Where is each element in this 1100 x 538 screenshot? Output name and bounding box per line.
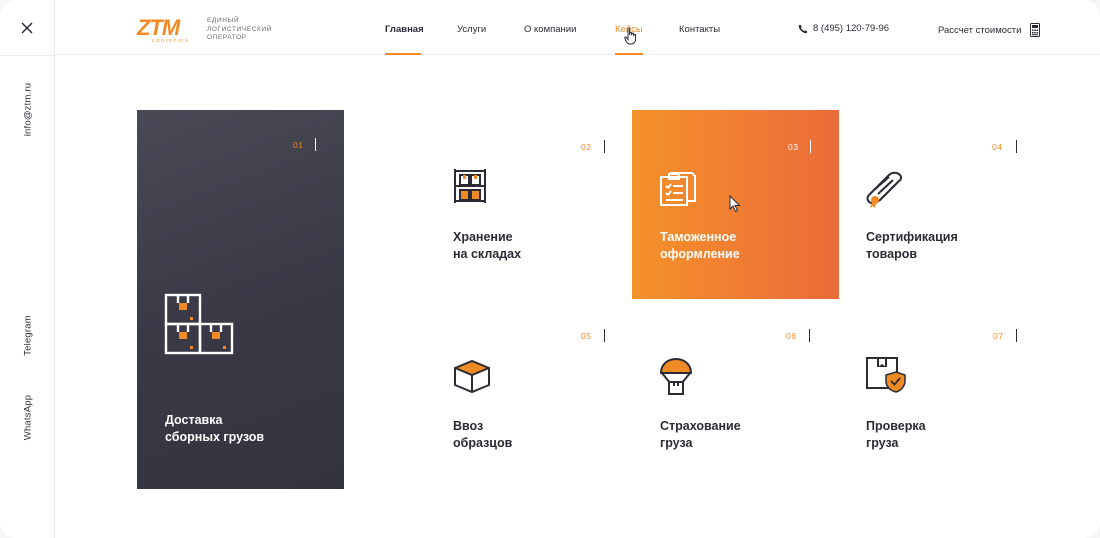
card-title: Хранение на складах	[453, 230, 522, 261]
parachute-cargo-icon	[659, 357, 693, 395]
card-number: 03	[788, 142, 799, 152]
nav-item-contacts[interactable]: Контакты	[679, 24, 720, 35]
card-title: Доставка сборных грузов	[165, 413, 265, 444]
card-title: Таможенное оформление	[660, 230, 740, 261]
service-card-cargo-inspection[interactable]: 07 Проверка груза	[857, 299, 1047, 488]
nav-item-services[interactable]: Услуги	[457, 24, 486, 35]
cost-calculator-label: Рассчет стоимости	[938, 24, 1022, 36]
logo-tagline: ЕДИНЫЙ ЛОГИСТИЧЕСКИЙ ОПЕРАТОР	[207, 17, 277, 43]
left-rail: info@ztm.ru Telegram WhatsApp	[0, 0, 55, 538]
warehouse-shelf-icon	[454, 169, 486, 203]
card-number-bar	[604, 329, 605, 342]
page-frame: info@ztm.ru Telegram WhatsApp ZTM LOGIST…	[0, 0, 1100, 538]
logo-tagline-line: ЛОГИСТИЧЕСКИЙ	[207, 25, 272, 33]
telegram-link[interactable]: Telegram	[23, 304, 34, 368]
card-number-bar	[604, 140, 605, 153]
card-number-bar	[315, 138, 316, 151]
rail-divider	[0, 55, 55, 56]
logo-mark: ZTM LOGISTICS	[137, 15, 199, 44]
card-title: Проверка груза	[866, 419, 926, 450]
logo[interactable]: ZTM LOGISTICS ЕДИНЫЙ ЛОГИСТИЧЕСКИЙ ОПЕРА…	[137, 15, 277, 44]
box-icon	[454, 359, 490, 394]
nav-item-home[interactable]: Главная	[385, 24, 424, 35]
certificate-scroll-icon	[866, 171, 903, 208]
card-number: 02	[581, 142, 592, 152]
nav-active-underline	[385, 53, 421, 55]
card-title: Ввоз образцов	[453, 419, 513, 450]
card-number-bar	[1016, 329, 1017, 342]
service-card-cargo-insurance[interactable]: 06 Страхование груза	[651, 299, 841, 488]
cost-calculator-link[interactable]: Рассчет стоимости	[938, 23, 1041, 37]
service-card-warehousing[interactable]: 02 Хранение на складах	[444, 110, 634, 299]
boxes-icon	[164, 293, 234, 355]
card-number: 07	[993, 331, 1004, 341]
nav-item-about[interactable]: О компании	[524, 24, 576, 35]
service-card-consolidated-cargo[interactable]: 01 Доставка сборных грузов	[137, 110, 344, 489]
calculator-icon	[1030, 23, 1041, 37]
card-title: Страхование груза	[660, 419, 741, 450]
hand-cursor-icon	[624, 27, 637, 45]
card-number: 05	[581, 331, 592, 341]
email-link[interactable]: info@ztm.ru	[23, 80, 34, 140]
header: ZTM LOGISTICS ЕДИНЫЙ ЛОГИСТИЧЕСКИЙ ОПЕРА…	[55, 0, 1100, 55]
documents-checklist-icon	[660, 172, 696, 206]
card-title: Сертификация товаров	[866, 230, 958, 261]
whatsapp-link[interactable]: WhatsApp	[23, 386, 34, 450]
service-card-samples-import[interactable]: 05 Ввоз образцов	[444, 299, 634, 488]
card-number-bar	[1016, 140, 1017, 153]
card-number: 04	[992, 142, 1003, 152]
logo-tagline-line: ОПЕРАТОР	[207, 34, 247, 41]
card-number-bar	[809, 329, 810, 342]
phone-number: 8 (495) 120-79-96	[813, 23, 890, 34]
card-number: 06	[786, 331, 797, 341]
box-shield-check-icon	[866, 357, 906, 393]
service-card-certification[interactable]: 04 Сертификация товаров	[857, 110, 1047, 299]
card-number-bar	[810, 140, 811, 153]
logo-tagline-line: ЕДИНЫЙ	[207, 17, 240, 24]
card-number: 01	[293, 140, 304, 150]
logo-sub: LOGISTICS	[152, 38, 190, 43]
phone-icon	[798, 24, 808, 33]
logo-wordmark: ZTM	[137, 15, 180, 40]
phone-link[interactable]: 8 (495) 120-79-96	[798, 23, 889, 34]
mouse-cursor-icon	[729, 195, 741, 213]
nav-hover-underline	[615, 53, 643, 55]
service-card-customs[interactable]: 03 Таможенное оформление	[632, 110, 839, 299]
close-icon[interactable]	[18, 19, 36, 37]
